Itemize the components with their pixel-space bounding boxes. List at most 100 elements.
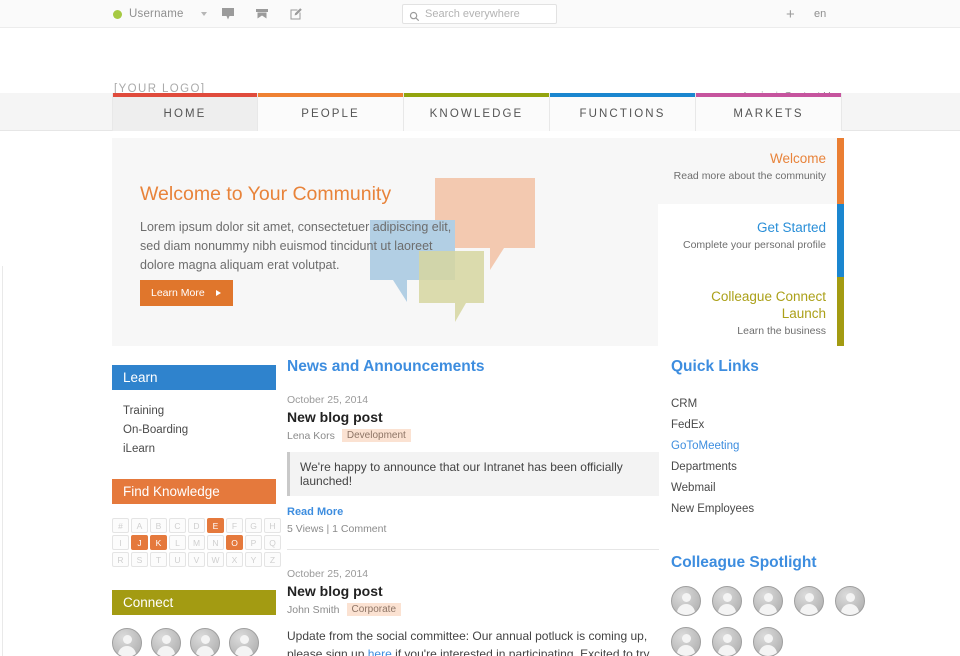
main-navigation: HOME PEOPLE KNOWLEDGEFUNCTIONSMARKETS xyxy=(112,93,842,131)
hero-promo-1[interactable]: WelcomeRead more about the community xyxy=(658,138,844,204)
alpha-key-d[interactable]: D xyxy=(188,518,205,533)
alpha-key-n[interactable]: N xyxy=(207,535,224,550)
find-knowledge-title: Find Knowledge xyxy=(123,484,220,499)
alpha-key-b[interactable]: B xyxy=(150,518,167,533)
alpha-key-y[interactable]: Y xyxy=(245,552,262,567)
alpha-key-q[interactable]: Q xyxy=(264,535,281,550)
user-avatar-icon[interactable] xyxy=(151,628,181,656)
alpha-key-r[interactable]: R xyxy=(112,552,129,567)
alpha-key-g[interactable]: G xyxy=(245,518,262,533)
colleague-spotlight: Colleague Spotlight xyxy=(671,554,891,656)
user-avatar-icon[interactable] xyxy=(712,627,742,656)
language-selector[interactable]: en xyxy=(814,0,826,28)
user-avatar-icon[interactable] xyxy=(671,627,701,656)
learn-more-button[interactable]: Learn More xyxy=(140,280,233,306)
chevron-down-icon[interactable] xyxy=(201,12,207,16)
news-column: News and Announcements October 25, 2014N… xyxy=(287,358,659,656)
page-left-rule xyxy=(2,266,3,656)
nav-item-label: PEOPLE xyxy=(301,105,360,120)
post-title[interactable]: New blog post xyxy=(287,409,659,425)
user-avatar-icon[interactable] xyxy=(229,628,259,656)
nav-accent-bar xyxy=(258,93,403,97)
comment-icon[interactable] xyxy=(220,6,236,22)
alpha-key-hash[interactable]: # xyxy=(112,518,129,533)
global-search[interactable] xyxy=(402,4,557,24)
user-avatar-icon[interactable] xyxy=(753,586,783,616)
alpha-key-x[interactable]: X xyxy=(226,552,243,567)
promo-title: Colleague Connect Launch xyxy=(670,288,826,322)
quick-link-webmail[interactable]: Webmail xyxy=(671,478,891,499)
quick-link-gotomeeting[interactable]: GoToMeeting xyxy=(671,436,891,457)
post-body: Update from the social committee: Our an… xyxy=(287,627,659,656)
post-tag[interactable]: Corporate xyxy=(347,603,401,616)
user-menu[interactable]: Username xyxy=(113,0,207,28)
post-tag[interactable]: Development xyxy=(342,429,411,442)
alpha-key-a[interactable]: A xyxy=(131,518,148,533)
alpha-key-k[interactable]: K xyxy=(150,535,167,550)
promo-accent-edge xyxy=(837,138,844,204)
alpha-key-c[interactable]: C xyxy=(169,518,186,533)
hero-banner: Welcome to Your Community Lorem ipsum do… xyxy=(112,138,844,346)
nav-item-functions[interactable]: FUNCTIONS xyxy=(550,93,696,131)
add-button[interactable]: + xyxy=(786,0,795,28)
post-author[interactable]: John Smith xyxy=(287,604,340,616)
alpha-key-z[interactable]: Z xyxy=(264,552,281,567)
alpha-key-o[interactable]: O xyxy=(226,535,243,550)
learn-panel-title: Learn xyxy=(123,370,158,385)
compose-icon[interactable] xyxy=(288,6,304,22)
post-title[interactable]: New blog post xyxy=(287,583,659,599)
learn-link-on-boarding[interactable]: On-Boarding xyxy=(123,421,276,440)
alpha-key-i[interactable]: I xyxy=(112,535,129,550)
news-section-title: News and Announcements xyxy=(287,358,659,376)
alpha-key-f[interactable]: F xyxy=(226,518,243,533)
alpha-key-h[interactable]: H xyxy=(264,518,281,533)
nav-accent-bar xyxy=(404,93,549,97)
user-avatar-icon[interactable] xyxy=(112,628,142,656)
post-inline-link[interactable]: here xyxy=(368,647,392,656)
alpha-key-p[interactable]: P xyxy=(245,535,262,550)
nav-item-knowledge[interactable]: KNOWLEDGE xyxy=(404,93,550,131)
search-input[interactable] xyxy=(425,8,550,20)
quick-link-crm[interactable]: CRM xyxy=(671,394,891,415)
read-more-link[interactable]: Read More xyxy=(287,506,659,518)
hero-promo-column: WelcomeRead more about the communityGet … xyxy=(658,138,844,346)
alpha-key-e[interactable]: E xyxy=(207,518,224,533)
alpha-key-s[interactable]: S xyxy=(131,552,148,567)
bookmark-icon[interactable] xyxy=(254,6,270,22)
nav-item-home[interactable]: HOME xyxy=(112,93,258,131)
hero-panel: Welcome to Your Community Lorem ipsum do… xyxy=(112,138,658,346)
learn-link-ilearn[interactable]: iLearn xyxy=(123,440,276,459)
quick-link-new-employees[interactable]: New Employees xyxy=(671,499,891,520)
user-avatar-icon[interactable] xyxy=(671,586,701,616)
search-icon xyxy=(409,9,420,20)
news-post: October 25, 2014New blog postLena KorsDe… xyxy=(287,394,659,535)
hero-promo-2[interactable]: Get StartedComplete your personal profil… xyxy=(658,204,844,277)
nav-item-people[interactable]: PEOPLE xyxy=(258,93,404,131)
alpha-key-l[interactable]: L xyxy=(169,535,186,550)
post-author[interactable]: Lena Kors xyxy=(287,430,335,442)
user-avatar-icon[interactable] xyxy=(712,586,742,616)
quick-link-departments[interactable]: Departments xyxy=(671,457,891,478)
nav-accent-bar xyxy=(550,93,695,97)
user-avatar-icon[interactable] xyxy=(753,627,783,656)
news-post: October 25, 2014New blog postJohn SmithC… xyxy=(287,568,659,656)
alpha-key-t[interactable]: T xyxy=(150,552,167,567)
nav-item-markets[interactable]: MARKETS xyxy=(696,93,842,131)
user-avatar-icon[interactable] xyxy=(835,586,865,616)
user-avatar-icon[interactable] xyxy=(794,586,824,616)
learn-link-training[interactable]: Training xyxy=(123,402,276,421)
alpha-key-w[interactable]: W xyxy=(207,552,224,567)
user-avatar-icon[interactable] xyxy=(190,628,220,656)
post-stats: 5 Views | 1 Comment xyxy=(287,523,659,535)
alpha-key-j[interactable]: J xyxy=(131,535,148,550)
topbar-icon-group xyxy=(220,0,304,28)
promo-accent-edge xyxy=(837,277,844,346)
alpha-key-u[interactable]: U xyxy=(169,552,186,567)
quick-link-fedex[interactable]: FedEx xyxy=(671,415,891,436)
hero-body: Lorem ipsum dolor sit amet, consectetuer… xyxy=(140,218,470,275)
alpha-key-m[interactable]: M xyxy=(188,535,205,550)
online-status-dot xyxy=(113,10,122,19)
alpha-key-v[interactable]: V xyxy=(188,552,205,567)
hero-promo-3[interactable]: Colleague Connect LaunchLearn the busine… xyxy=(658,277,844,346)
news-post-list: October 25, 2014New blog postLena KorsDe… xyxy=(287,394,659,656)
